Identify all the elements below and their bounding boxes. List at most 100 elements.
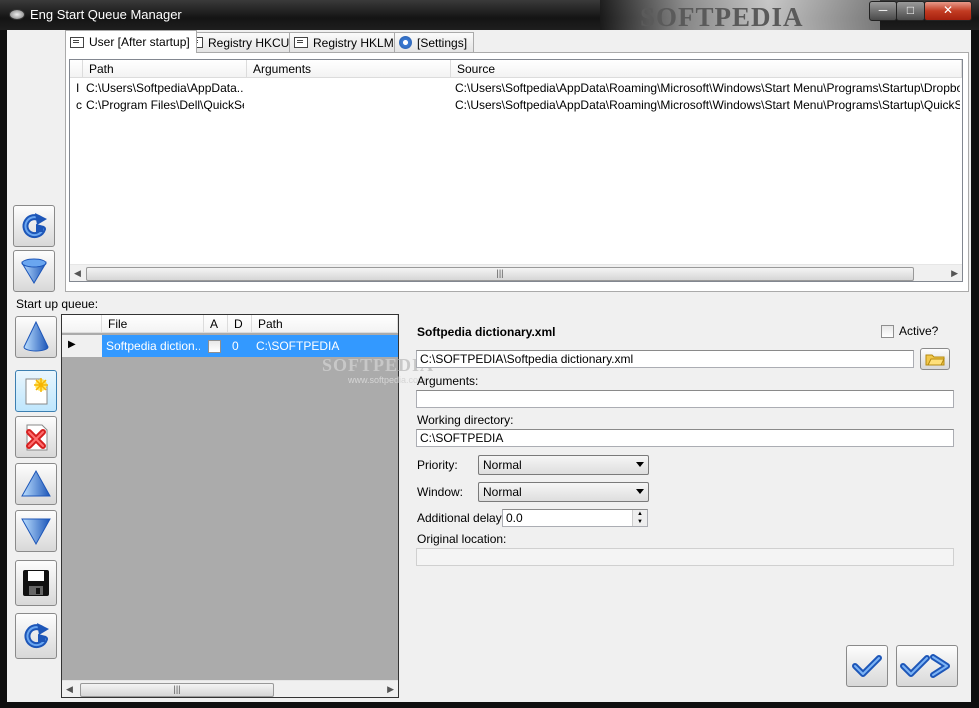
row-marker: c — [76, 98, 82, 112]
refresh-icon — [24, 623, 49, 649]
checkmark-arrow-icon — [900, 654, 950, 678]
filter-button[interactable] — [13, 250, 55, 292]
tab-label: Registry HKCU — [208, 35, 290, 50]
browse-button[interactable] — [920, 348, 950, 370]
window-select[interactable]: Normal — [478, 482, 649, 502]
priority-value: Normal — [483, 458, 522, 472]
window-label: Window: — [417, 485, 464, 499]
table-row[interactable]: c C:\Program Files\Dell\QuickSet C:\User… — [70, 97, 962, 113]
startup-list[interactable]: Path Arguments Source I C:\Users\Softped… — [69, 59, 963, 282]
queue-active-checkbox[interactable] — [208, 340, 221, 353]
list-icon — [294, 37, 308, 48]
app-icon — [9, 9, 25, 20]
active-label: Active? — [899, 324, 939, 338]
window-value: Normal — [483, 485, 522, 499]
client-area: User [After startup] Registry HKCU Regis… — [7, 30, 971, 702]
item-title: Softpedia dictionary.xml — [417, 325, 556, 339]
original-location-field — [416, 548, 954, 566]
move-to-top-button[interactable] — [15, 316, 57, 358]
column-header-delay[interactable]: D — [228, 315, 252, 333]
table-row[interactable]: I C:\Users\Softpedia\AppData... C:\Users… — [70, 80, 962, 96]
column-header-blank — [62, 315, 102, 333]
column-header-arguments[interactable]: Arguments — [247, 60, 451, 78]
column-header-blank — [70, 60, 83, 78]
additional-delay-field[interactable]: 0.0 ▲ ▼ — [502, 509, 648, 527]
spin-down-icon[interactable]: ▼ — [632, 518, 647, 526]
row-marker: I — [76, 81, 80, 95]
queue-delay: 0 — [232, 339, 239, 353]
new-document-icon — [25, 378, 48, 405]
tab-label: [Settings] — [417, 35, 468, 50]
working-directory-label: Working directory: — [417, 413, 514, 427]
tab-registry-hkcu[interactable]: Registry HKCU — [184, 32, 297, 52]
row-arguments — [250, 97, 448, 113]
tab-registry-hklm[interactable]: Registry HKLM — [289, 32, 401, 52]
save-icon — [23, 570, 49, 596]
tab-label: Registry HKLM — [313, 35, 394, 50]
move-down-button[interactable] — [15, 510, 57, 552]
row-path: C:\Users\Softpedia\AppData... — [86, 81, 244, 95]
scroll-left-arrow-icon[interactable]: ◀ — [66, 684, 73, 695]
apply-button[interactable] — [846, 645, 888, 687]
triangle-down-icon — [21, 518, 51, 546]
additional-delay-label: Additional delay: — [417, 511, 506, 525]
refresh-icon — [22, 213, 47, 239]
original-location-label: Original location: — [417, 532, 507, 546]
table-row[interactable]: ▶ Softpedia diction... 0 C:\SOFTPEDIA — [62, 335, 398, 357]
cone-up-icon — [23, 320, 49, 352]
tab-user-after-startup[interactable]: User [After startup] — [65, 30, 197, 53]
folder-icon — [925, 354, 945, 366]
row-source: C:\Users\Softpedia\AppData\Roaming\Micro… — [455, 98, 960, 112]
gear-icon — [399, 36, 412, 49]
tab-panel: Path Arguments Source I C:\Users\Softped… — [65, 52, 969, 292]
scroll-right-arrow-icon[interactable]: ▶ — [387, 684, 394, 695]
file-path-field[interactable]: C:\SOFTPEDIA\Softpedia dictionary.xml — [416, 350, 914, 368]
move-up-button[interactable] — [15, 463, 57, 505]
list-icon — [70, 36, 84, 48]
column-header-source[interactable]: Source — [451, 60, 962, 78]
column-header-path[interactable]: Path — [83, 60, 247, 78]
save-button[interactable] — [15, 560, 57, 606]
queue-list[interactable]: File A D Path ▶ Softpedia diction... 0 C… — [61, 314, 433, 698]
maximize-button[interactable]: □ — [896, 1, 925, 21]
overlay-url: www.softpedia.com — [348, 375, 426, 385]
delete-item-button[interactable] — [15, 416, 57, 458]
queue-label: Start up queue: — [16, 297, 99, 311]
priority-select[interactable]: Normal — [478, 455, 649, 475]
scrollbar-thumb[interactable]: ||| — [86, 267, 914, 281]
column-header-active[interactable]: A — [204, 315, 228, 333]
column-header-file[interactable]: File — [102, 315, 204, 333]
scrollbar-thumb[interactable]: ||| — [80, 683, 274, 697]
queue-path: C:\SOFTPEDIA — [256, 339, 340, 353]
horizontal-scrollbar[interactable]: ◀ ||| ▶ — [70, 264, 962, 281]
refresh-button[interactable] — [13, 205, 55, 247]
tab-label: User [After startup] — [89, 35, 190, 49]
queue-file: Softpedia diction... — [106, 339, 200, 353]
minimize-button[interactable]: ─ — [869, 1, 897, 21]
title-bar-watermark: SOFTPEDIA — [640, 2, 804, 32]
arguments-field[interactable] — [416, 390, 954, 408]
delete-document-icon — [26, 424, 48, 451]
column-header-path[interactable]: Path — [252, 315, 398, 333]
working-directory-field[interactable]: C:\SOFTPEDIA — [416, 429, 954, 447]
row-source: C:\Users\Softpedia\AppData\Roaming\Micro… — [455, 81, 960, 95]
chevron-down-icon — [636, 489, 644, 494]
scroll-left-arrow-icon[interactable]: ◀ — [74, 268, 81, 279]
apply-and-close-button[interactable] — [896, 645, 958, 687]
row-path: C:\Program Files\Dell\QuickSet — [86, 98, 244, 112]
new-item-button[interactable] — [15, 370, 57, 412]
tab-settings[interactable]: [Settings] — [394, 32, 475, 52]
row-arguments — [250, 80, 448, 96]
close-button[interactable]: ✕ — [924, 1, 972, 21]
active-checkbox[interactable] — [881, 325, 894, 338]
triangle-up-icon — [21, 469, 51, 497]
checkmark-icon — [852, 655, 882, 677]
priority-label: Priority: — [417, 458, 458, 472]
horizontal-scrollbar[interactable]: ◀ ||| ▶ — [62, 680, 398, 697]
chevron-down-icon — [636, 462, 644, 467]
reload-button[interactable] — [15, 613, 57, 659]
current-row-arrow-icon: ▶ — [68, 339, 76, 350]
scroll-right-arrow-icon[interactable]: ▶ — [951, 268, 958, 279]
row-header[interactable]: ▶ — [62, 335, 103, 357]
additional-delay-value: 0.0 — [506, 511, 523, 525]
